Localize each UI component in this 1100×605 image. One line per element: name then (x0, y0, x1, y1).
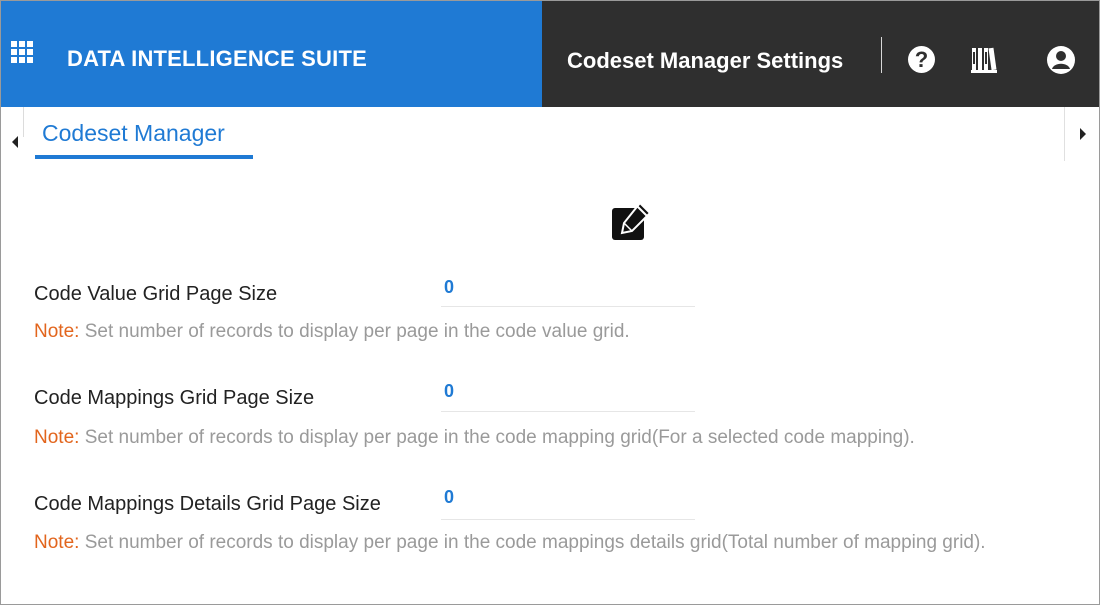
note-text: Set number of records to display per pag… (79, 321, 630, 342)
code-value-grid-page-size-input[interactable]: 0 (444, 277, 454, 298)
code-mappings-details-grid-page-size-input[interactable]: 0 (444, 487, 454, 508)
tab-label: Codeset Manager (42, 120, 225, 146)
brand-bar: DATA INTELLIGENCE SUITE (1, 1, 542, 107)
tab-codeset-manager[interactable]: Codeset Manager (35, 107, 253, 159)
code-mappings-details-grid-page-size-label: Code Mappings Details Grid Page Size (34, 493, 381, 515)
note-key: Note: (34, 427, 80, 448)
note-text: Set number of records to display per pag… (79, 427, 915, 448)
scroll-left-arrow-icon[interactable] (12, 136, 18, 148)
app-header: DATA INTELLIGENCE SUITE Codeset Manager … (1, 1, 1099, 107)
note-key: Note: (34, 321, 80, 342)
input-underline (441, 411, 695, 412)
code-value-grid-note: Note: Set number of records to display p… (34, 319, 1074, 345)
code-mappings-details-grid-note: Note: Set number of records to display p… (34, 530, 1079, 556)
brand-title: DATA INTELLIGENCE SUITE (67, 46, 367, 71)
user-icon[interactable] (1046, 45, 1076, 75)
input-underline (441, 306, 695, 307)
note-key: Note: (34, 532, 80, 553)
input-underline (441, 519, 695, 520)
page-title: Codeset Manager Settings (567, 48, 844, 73)
apps-grid-icon[interactable] (11, 41, 33, 63)
scroll-right-arrow-icon[interactable] (1080, 128, 1086, 140)
settings-page: DATA INTELLIGENCE SUITE Codeset Manager … (0, 0, 1100, 605)
note-text: Set number of records to display per pag… (79, 532, 986, 553)
code-mappings-grid-note: Note: Set number of records to display p… (34, 425, 1084, 451)
edit-icon[interactable] (610, 200, 654, 244)
code-mappings-grid-page-size-label: Code Mappings Grid Page Size (34, 387, 315, 409)
code-value-grid-page-size-label: Code Value Grid Page Size (34, 283, 278, 305)
tabbar-divider-left (23, 107, 24, 137)
tabbar-divider-right (1064, 107, 1065, 161)
header-divider (881, 37, 882, 73)
code-mappings-grid-page-size-input[interactable]: 0 (444, 381, 454, 402)
library-icon[interactable] (971, 46, 997, 74)
help-icon[interactable]: ? (908, 46, 935, 73)
header-actions: Codeset Manager Settings ? (542, 1, 1099, 107)
